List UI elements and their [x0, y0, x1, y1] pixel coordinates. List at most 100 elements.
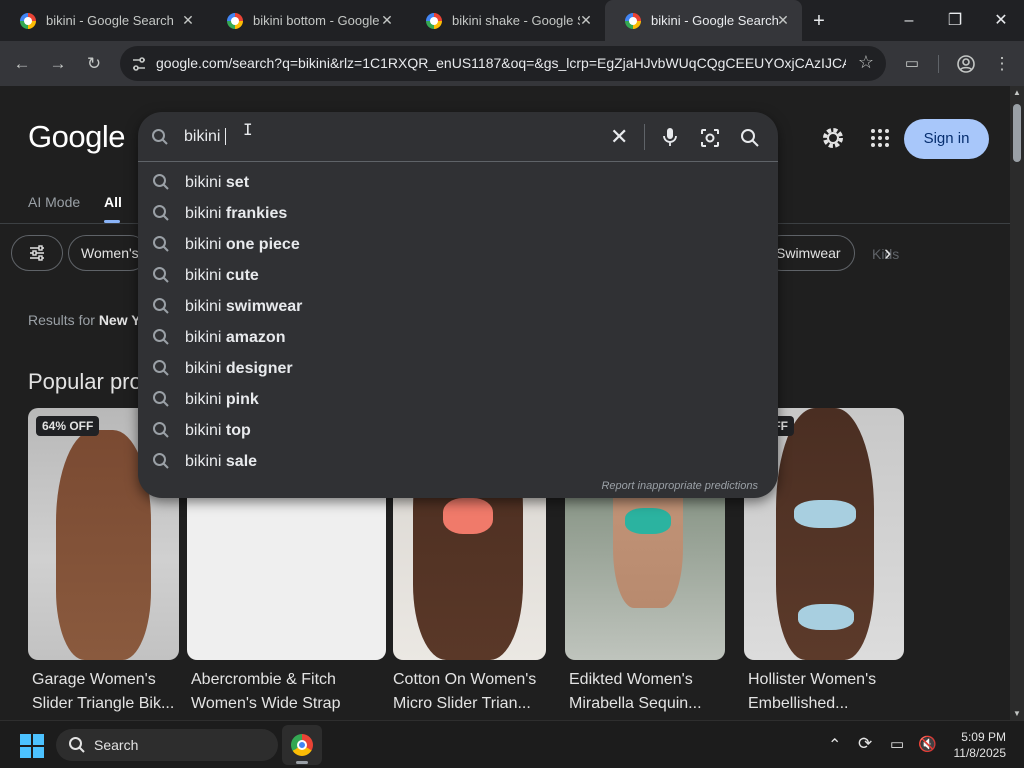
suggestion-completion: frankies	[225, 205, 288, 222]
search-icon	[152, 266, 170, 284]
address-bar[interactable]: google.com/search?q=bikini&rlz=1C1RXQR_e…	[120, 46, 886, 81]
scroll-up-arrow-icon[interactable]: ▲	[1013, 88, 1021, 97]
tab-3[interactable]: bikini shake - Google Se ✕	[406, 0, 605, 41]
page-scrollbar[interactable]: ▲ ▼	[1010, 86, 1024, 720]
close-window-button[interactable]: ✕	[988, 8, 1014, 34]
suggestion-completion: amazon	[225, 329, 286, 346]
google-favicon-icon	[426, 12, 442, 29]
scroll-down-arrow-icon[interactable]: ▼	[1013, 709, 1021, 718]
browser-toolbar: ← → ↻ google.com/search?q=bikini&rlz=1C1…	[0, 41, 1024, 86]
bookmark-star-icon[interactable]: ☆	[858, 52, 874, 73]
search-submit-icon[interactable]	[740, 128, 760, 148]
tab-strip: bikini - Google Search ✕ bikini bottom -…	[0, 0, 1024, 41]
sign-in-button[interactable]: Sign in	[904, 119, 989, 159]
product-title-line: Micro Slider Trian...	[393, 695, 531, 712]
kebab-menu-icon[interactable]: ⋮	[988, 50, 1016, 78]
product-title[interactable]: Hollister Women's Embellished...	[748, 668, 904, 716]
search-icon	[152, 328, 170, 346]
search-icon	[152, 359, 170, 377]
google-favicon-icon	[20, 12, 36, 29]
search-input[interactable]: bikini ​	[184, 128, 226, 146]
chevron-right-icon[interactable]: ›	[884, 240, 891, 266]
suggestion-item[interactable]: bikini pink	[138, 384, 778, 415]
chip-womens[interactable]: Women's	[68, 235, 148, 271]
restore-button[interactable]: ❐	[942, 8, 968, 34]
suggestion-completion: designer	[225, 360, 293, 377]
tab-4-active[interactable]: bikini - Google Search ✕	[605, 0, 802, 41]
suggestion-prefix: bikini	[185, 360, 226, 377]
suggestion-item[interactable]: bikini swimwear	[138, 291, 778, 322]
chevron-up-icon[interactable]: ⌃	[828, 735, 841, 755]
suggestion-item[interactable]: bikini one piece	[138, 229, 778, 260]
bikini-swatch	[625, 508, 671, 534]
scroll-thumb[interactable]	[1013, 104, 1021, 162]
product-title[interactable]: Edikted Women's Mirabella Sequin...	[569, 668, 725, 716]
suggestion-item[interactable]: bikini frankies	[138, 198, 778, 229]
suggestion-text: bikini swimwear	[185, 298, 302, 316]
reload-icon[interactable]: ↻	[80, 50, 108, 78]
suggestion-item[interactable]: bikini set	[138, 167, 778, 198]
gear-icon[interactable]	[820, 125, 846, 151]
google-favicon-icon	[625, 12, 641, 29]
minimize-button[interactable]: –	[896, 8, 922, 34]
taskbar-search[interactable]: Search	[56, 729, 278, 761]
site-settings-icon[interactable]	[130, 55, 148, 73]
tab-2[interactable]: bikini bottom - Google S ✕	[207, 0, 406, 41]
sync-icon[interactable]: ⟳	[858, 734, 872, 754]
profile-icon[interactable]	[952, 50, 980, 78]
close-tab-icon[interactable]: ✕	[774, 11, 792, 29]
bikini-bottom-swatch	[798, 604, 854, 630]
close-tab-icon[interactable]: ✕	[577, 11, 595, 29]
product-title-line: Cotton On Women's	[393, 671, 537, 688]
suggestion-prefix: bikini	[185, 329, 226, 346]
clock-date: 11/8/2025	[953, 746, 1007, 760]
windows-start-icon[interactable]	[20, 734, 44, 758]
suggestion-item[interactable]: bikini sale	[138, 446, 778, 477]
tab-ai-mode[interactable]: AI Mode	[28, 194, 80, 210]
search-icon	[152, 297, 170, 315]
tab-title: bikini - Google Search	[46, 13, 174, 28]
suggestion-completion: pink	[225, 391, 259, 408]
suggestion-item[interactable]: bikini cute	[138, 260, 778, 291]
section-title: Popular pro	[28, 369, 142, 394]
volume-muted-icon[interactable]: 🔇	[918, 735, 937, 753]
suggestion-prefix: bikini	[185, 267, 226, 284]
filter-tune-button[interactable]	[11, 235, 63, 271]
suggestion-completion: top	[225, 422, 251, 439]
results-location[interactable]: New Y	[99, 312, 141, 328]
back-arrow-icon[interactable]: ←	[8, 50, 36, 78]
chrome-taskbar-button[interactable]	[282, 725, 322, 765]
product-title[interactable]: Garage Women's Slider Triangle Bik...	[32, 668, 178, 716]
report-predictions-link[interactable]: Report inappropriate predictions	[601, 480, 758, 492]
lens-camera-icon[interactable]	[700, 128, 720, 148]
close-tab-icon[interactable]: ✕	[378, 11, 396, 29]
product-title[interactable]: Abercrombie & Fitch Women's Wide Strap	[191, 668, 381, 716]
search-box: bikini ​ ✕	[138, 112, 778, 162]
forward-arrow-icon[interactable]: →	[44, 50, 72, 78]
url-text[interactable]: google.com/search?q=bikini&rlz=1C1RXQR_e…	[156, 55, 846, 71]
search-box-divider	[644, 124, 645, 150]
suggestion-item[interactable]: bikini amazon	[138, 322, 778, 353]
system-clock[interactable]: 5:09 PM 11/8/2025	[954, 729, 1007, 761]
product-title-line: Mirabella Sequin...	[569, 695, 702, 712]
cast-icon[interactable]: ▭	[898, 50, 926, 78]
search-icon	[152, 421, 170, 439]
suggestion-prefix: bikini	[185, 391, 226, 408]
microphone-icon[interactable]	[661, 127, 679, 147]
google-logo[interactable]: Google	[28, 119, 125, 155]
apps-grid-icon[interactable]	[870, 128, 890, 148]
product-title[interactable]: Cotton On Women's Micro Slider Trian...	[393, 668, 545, 716]
network-monitor-icon[interactable]: ▭	[890, 735, 904, 753]
suggestion-item[interactable]: bikini top	[138, 415, 778, 446]
suggestion-text: bikini set	[185, 174, 249, 192]
suggestion-completion: set	[225, 174, 250, 191]
suggestion-text: bikini designer	[185, 360, 293, 378]
close-tab-icon[interactable]: ✕	[179, 11, 197, 29]
suggestion-item[interactable]: bikini designer	[138, 353, 778, 384]
tab-all[interactable]: All	[104, 194, 122, 210]
new-tab-button[interactable]: +	[806, 8, 832, 34]
product-photo	[56, 430, 151, 660]
tab-1[interactable]: bikini - Google Search ✕	[0, 0, 207, 41]
search-icon	[152, 390, 170, 408]
clear-search-icon[interactable]: ✕	[610, 124, 628, 150]
